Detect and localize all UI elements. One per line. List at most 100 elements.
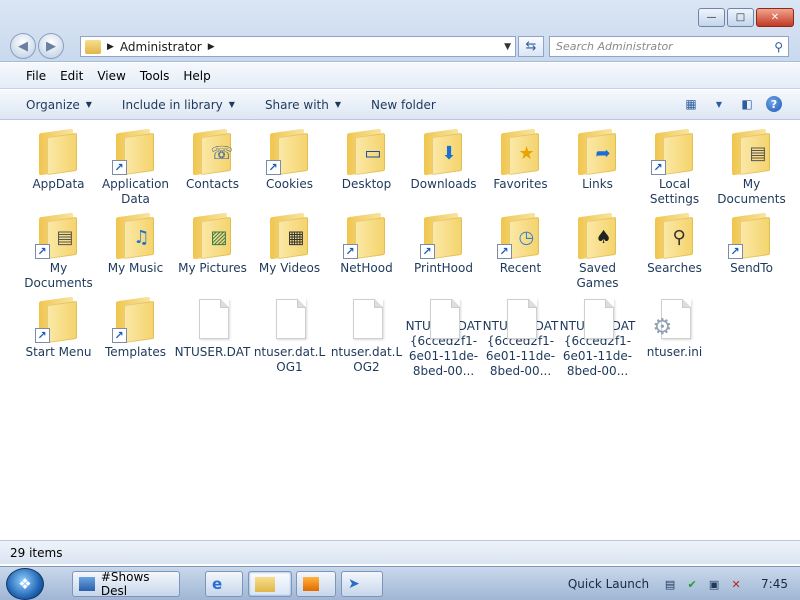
file-item[interactable]: ⚙ ntuser.ini — [636, 295, 713, 379]
videos-folder-icon: ▦ — [266, 211, 314, 260]
file-item[interactable]: ↗ Cookies — [251, 127, 328, 211]
taskbar-item-show-desktop[interactable]: #Shows Desl — [72, 570, 180, 598]
file-icon — [189, 295, 237, 343]
file-item[interactable]: ◷ ↗ Recent — [482, 211, 559, 295]
network-icon[interactable]: ▣ — [707, 577, 721, 591]
file-item-label: SendTo — [730, 261, 773, 275]
taskbar-item-app[interactable]: ➤ — [341, 571, 383, 597]
back-arrow-icon: ◀ — [18, 38, 28, 54]
file-item-label: ntuser.ini — [646, 345, 703, 359]
file-item[interactable]: ↗ SendTo — [713, 211, 790, 295]
desktop-folder-overlay-icon: ▭ — [364, 143, 382, 164]
file-item[interactable]: ↗ NetHood — [328, 211, 405, 295]
favorites-folder-icon: ★ — [497, 127, 545, 176]
share-with-button[interactable]: Share with ▼ — [265, 98, 341, 112]
refresh-button[interactable]: ⇆ — [518, 36, 544, 57]
file-item[interactable]: ▦ My Videos — [251, 211, 328, 295]
file-item-label: My Documents — [24, 261, 93, 290]
search-input[interactable] — [556, 40, 766, 53]
file-item[interactable]: ⬇ Downloads — [405, 127, 482, 211]
organize-button[interactable]: Organize ▼ — [26, 98, 92, 112]
breadcrumb-administrator[interactable]: Administrator — [120, 40, 202, 54]
media-player-icon — [303, 577, 319, 591]
include-in-library-button[interactable]: Include in library ▼ — [122, 98, 235, 112]
new-folder-label: New folder — [371, 97, 436, 112]
back-button[interactable]: ◀ — [10, 33, 36, 59]
file-item-label: Searches — [647, 261, 702, 275]
file-item[interactable]: ⚲ Searches — [636, 211, 713, 295]
menu-view[interactable]: View — [97, 69, 125, 83]
maximize-button[interactable]: □ — [727, 8, 754, 27]
quick-launch-toolbar[interactable]: Quick Launch — [568, 577, 649, 591]
shortcut-arrow-icon: ↗ — [419, 244, 435, 259]
chevron-down-icon: ▼ — [715, 99, 723, 109]
file-item[interactable]: ↗ Templates — [97, 295, 174, 379]
file-item[interactable]: NTUSER.DAT{6cced2f1-6e01-11de-8bed-00... — [482, 295, 559, 379]
shortcut-arrow-icon: ↗ — [111, 160, 127, 175]
show-desktop-icon — [79, 577, 95, 591]
file-item[interactable]: NTUSER.DAT — [174, 295, 251, 379]
menu-file[interactable]: File — [26, 69, 46, 83]
file-item[interactable]: ♠ Saved Games — [559, 211, 636, 295]
new-folder-button[interactable]: New folder — [371, 98, 436, 112]
file-item-label: Templates — [104, 345, 166, 359]
file-item[interactable]: ↗ Start Menu — [20, 295, 97, 379]
preview-pane-button[interactable]: ◧ — [738, 96, 756, 112]
file-item[interactable]: NTUSER.DAT{6cced2f1-6e01-11de-8bed-00... — [405, 295, 482, 379]
tray-document-icon[interactable]: ▤ — [663, 577, 677, 591]
file-item[interactable]: ☏ Contacts — [174, 127, 251, 211]
search-box[interactable]: ⚲ — [549, 36, 789, 57]
shortcut-arrow-icon: ↗ — [496, 244, 512, 259]
clock[interactable]: 7:45 — [761, 577, 788, 591]
chevron-right-icon[interactable]: ▶ — [107, 42, 114, 52]
taskbar-item-explorer[interactable] — [248, 571, 292, 597]
file-item[interactable]: ★ Favorites — [482, 127, 559, 211]
file-item[interactable]: NTUSER.DAT{6cced2f1-6e01-11de-8bed-00... — [559, 295, 636, 379]
file-item-label: PrintHood — [414, 261, 473, 275]
shortcut-arrow-icon: ↗ — [34, 244, 50, 259]
file-item[interactable]: ▨ My Pictures — [174, 211, 251, 295]
file-item[interactable]: ↗ Local Settings — [636, 127, 713, 211]
file-item[interactable]: ↗ Application Data — [97, 127, 174, 211]
change-view-button[interactable]: ▦ — [682, 96, 700, 112]
file-item[interactable]: ▤ ↗ My Documents — [20, 211, 97, 295]
file-item[interactable]: ↗ PrintHood — [405, 211, 482, 295]
view-options-dropdown[interactable]: ▼ — [710, 96, 728, 112]
view-controls: ▦ ▼ ◧ ? — [682, 96, 782, 112]
file-item[interactable]: ▤ My Documents — [713, 127, 790, 211]
address-bar[interactable]: ▶ Administrator ▶ ▼ — [80, 36, 516, 57]
searches-folder-overlay-icon: ⚲ — [672, 227, 686, 248]
taskbar-item-internet-explorer[interactable]: e — [205, 571, 243, 597]
minimize-button[interactable]: — — [698, 8, 725, 27]
chevron-down-icon[interactable]: ▼ — [504, 42, 511, 52]
chevron-right-icon[interactable]: ▶ — [208, 42, 215, 52]
help-icon[interactable]: ? — [766, 96, 782, 112]
file-item-label: My Music — [107, 261, 164, 275]
close-button[interactable]: ✕ — [756, 8, 794, 27]
searches-folder-icon: ⚲ — [651, 211, 699, 260]
forward-button[interactable]: ▶ — [38, 33, 64, 59]
file-item[interactable]: ntuser.dat.LOG1 — [251, 295, 328, 379]
folder-shortcut-icon: ↗ — [419, 211, 468, 260]
file-item[interactable]: ntuser.dat.LOG2 — [328, 295, 405, 379]
file-item[interactable]: AppData — [20, 127, 97, 211]
volume-muted-icon[interactable]: ✕ — [729, 577, 743, 591]
file-item[interactable]: ♫ My Music — [97, 211, 174, 295]
menu-tools[interactable]: Tools — [140, 69, 170, 83]
menu-edit[interactable]: Edit — [60, 69, 83, 83]
file-item[interactable]: ▭ Desktop — [328, 127, 405, 211]
search-icon[interactable]: ⚲ — [774, 40, 783, 54]
security-check-icon[interactable]: ✔ — [685, 577, 699, 591]
start-button[interactable]: ❖ — [6, 568, 44, 600]
downloads-folder-overlay-icon: ⬇ — [441, 143, 457, 164]
include-in-library-label: Include in library — [121, 97, 223, 112]
folder-shortcut-icon: ↗ — [265, 127, 314, 176]
file-icon — [497, 295, 545, 339]
favorites-folder-overlay-icon: ★ — [518, 143, 535, 164]
file-item[interactable]: ➦ Links — [559, 127, 636, 211]
documents-folder-overlay-icon: ▤ — [749, 143, 767, 164]
file-item-label: My Pictures — [178, 261, 247, 275]
file-grid: AppData ↗ Application Data ☏ Contacts ↗ Cookie… — [20, 127, 790, 379]
taskbar-item-media-player[interactable] — [296, 571, 336, 597]
menu-help[interactable]: Help — [183, 69, 210, 83]
